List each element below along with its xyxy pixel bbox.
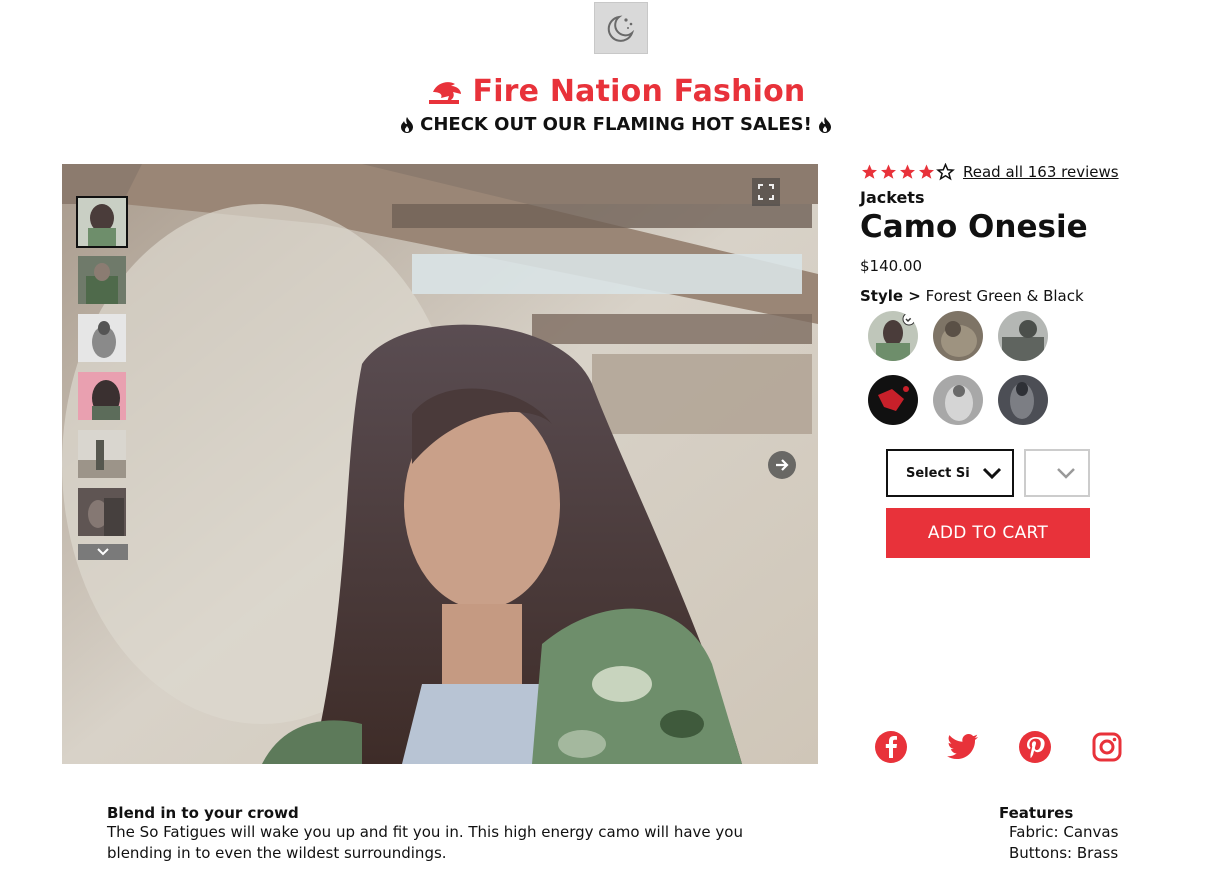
features-list: Fabric: Canvas Buttons: Brass [1009,822,1179,864]
expand-image-button[interactable] [752,178,780,206]
size-select-value: Select Si [906,465,970,481]
style-swatch[interactable] [868,375,918,425]
dragon-logo-icon [428,81,461,104]
pinterest-icon[interactable] [1018,730,1052,764]
read-reviews-link[interactable]: Read all 163 reviews [963,163,1119,181]
style-row: Style > Forest Green & Black [860,287,1200,305]
brand-name: Fire Nation Fashion [472,74,806,109]
product-description: Blend in to your crowd The So Fatigues w… [107,804,807,864]
product-name: Camo Onesie [860,209,1088,245]
thumbnail[interactable] [76,254,128,306]
quantity-select[interactable] [1024,449,1090,497]
moon-stars-icon [607,15,635,42]
promo-banner: CHECK OUT OUR FLAMING HOT SALES! [0,114,1232,135]
chevron-down-icon [1057,468,1075,479]
brand-header: Fire Nation Fashion [0,74,1232,109]
rating-row: Read all 163 reviews [860,160,1200,184]
checkmark-icon [902,312,916,326]
description-line: The So Fatigues will wake you up and fit… [107,823,743,841]
social-links [874,730,1124,764]
thumbnail[interactable] [76,428,128,480]
purchase-selects: Select Si [886,449,1090,497]
star-filled-icon [919,164,934,179]
twitter-icon[interactable] [946,730,980,764]
thumbnail[interactable] [76,312,128,364]
star-outline-icon [936,163,955,181]
flame-icon [818,116,831,133]
chevron-down-icon [97,548,109,556]
theme-toggle-button[interactable] [594,2,648,54]
promo-text: CHECK OUT OUR FLAMING HOT SALES! [420,114,812,135]
thumbnail[interactable] [76,196,128,248]
thumbnail-strip [76,196,130,560]
flame-icon [401,116,414,133]
style-swatch[interactable] [868,311,918,361]
star-rating [860,163,955,181]
thumbnail[interactable] [76,370,128,422]
star-filled-icon [881,164,896,179]
add-to-cart-button[interactable]: ADD TO CART [886,508,1090,558]
description-title: Blend in to your crowd [107,804,299,822]
star-filled-icon [862,164,877,179]
thumbnails-scroll-down-button[interactable] [78,544,128,560]
feature-item: Fabric: Canvas [1009,823,1119,841]
expand-icon [758,184,774,200]
size-select[interactable]: Select Si [886,449,1014,497]
arrow-right-icon [776,459,789,471]
style-swatch[interactable] [933,311,983,361]
facebook-icon[interactable] [874,730,908,764]
next-image-button[interactable] [768,451,796,479]
chevron-down-icon [982,467,1002,480]
product-features: Features Fabric: Canvas Buttons: Brass [999,804,1179,864]
product-main-image [62,164,818,764]
product-info-panel: Read all 163 reviews Jackets Camo Onesie… [860,160,1200,425]
thumbnail[interactable] [76,486,128,538]
product-category: Jackets [860,188,925,207]
description-line: blending in to even the wildest surround… [107,844,447,862]
features-title: Features [999,804,1074,822]
style-swatch[interactable] [933,375,983,425]
style-swatch[interactable] [998,375,1048,425]
style-value: Forest Green & Black [925,287,1084,305]
star-filled-icon [900,164,915,179]
product-price: $140.00 [860,257,923,275]
description-body: The So Fatigues will wake you up and fit… [107,822,807,864]
style-swatch[interactable] [998,311,1048,361]
product-image-gallery[interactable] [62,164,818,764]
feature-item: Buttons: Brass [1009,844,1119,862]
style-label: Style > [860,287,921,305]
instagram-icon[interactable] [1090,730,1124,764]
style-swatches [868,311,1200,425]
